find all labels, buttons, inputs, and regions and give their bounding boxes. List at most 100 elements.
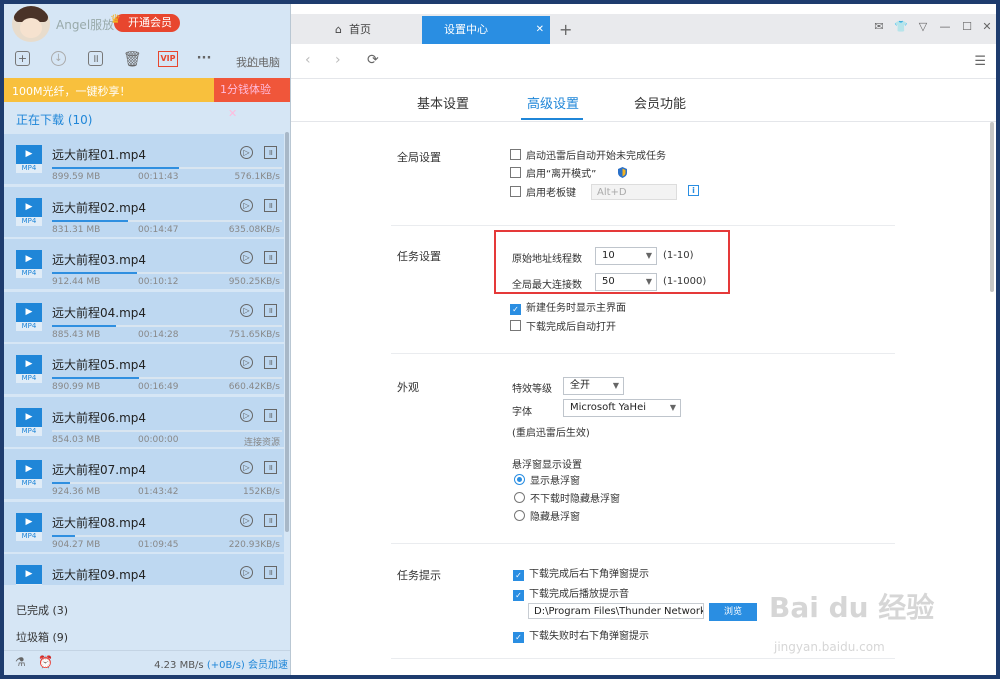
tab-member-features[interactable]: 会员功能 (634, 93, 686, 112)
hide-float-radio[interactable] (514, 510, 525, 521)
promo-banner[interactable]: 100M光纤，一键秒享！ 1分钱体验 ✕ (4, 78, 290, 120)
close-tab-icon[interactable]: ✕ (536, 16, 544, 44)
threads-select[interactable]: 10 ▼ (595, 247, 657, 265)
open-vip-button[interactable]: ♛ 开通会员 (110, 12, 180, 32)
show-float-radio[interactable] (514, 474, 525, 485)
more-icon[interactable]: ··· (196, 51, 212, 67)
hide-when-idle-option[interactable]: 不下载时隐藏悬浮窗 (514, 490, 620, 505)
refresh-icon[interactable]: ⟳ (367, 52, 379, 68)
away-mode-option[interactable]: 启用“离开模式” (510, 165, 596, 180)
mail-icon[interactable]: ✉ (872, 20, 886, 33)
effect-select[interactable]: 全开 ▼ (563, 377, 624, 395)
member-accel-link[interactable]: 会员加速 (248, 660, 288, 671)
show-main-checkbox[interactable]: ✓ (510, 304, 521, 315)
play-preview-icon[interactable]: ▷ (240, 356, 253, 369)
connections-select[interactable]: 50 ▼ (595, 273, 657, 291)
pause-icon[interactable]: ॥ (264, 356, 277, 369)
complete-popup-option[interactable]: ✓ 下载完成后右下角弹窗提示 (513, 565, 649, 581)
download-item[interactable]: ▶ MP4 远大前程07.mp4 ▷ ॥ 924.36 MB 01:43:42 152KB/s (4, 449, 284, 499)
complete-popup-checkbox[interactable]: ✓ (513, 570, 524, 581)
vip-icon[interactable]: VIP (158, 51, 178, 67)
alarm-clock-icon[interactable]: ⏰ (38, 655, 53, 669)
complete-sound-option[interactable]: ✓ 下载完成后播放提示音 (513, 585, 629, 601)
complete-sound-checkbox[interactable]: ✓ (513, 590, 524, 601)
tab-basic-settings[interactable]: 基本设置 (417, 93, 469, 112)
play-preview-icon[interactable]: ▷ (240, 251, 253, 264)
auto-open-checkbox[interactable] (510, 320, 521, 331)
skin-icon[interactable]: 👕 (894, 20, 908, 33)
download-item[interactable]: ▶ MP4 远大前程01.mp4 ▷ ॥ 899.59 MB 00:11:43 576.1KB… (4, 134, 284, 184)
fail-popup-checkbox[interactable]: ✓ (513, 632, 524, 643)
file-size: 890.99 MB (52, 382, 101, 392)
away-mode-checkbox[interactable] (510, 167, 521, 178)
play-preview-icon[interactable]: ▷ (240, 408, 253, 422)
download-item[interactable]: ▶MP4 远大前程09.mp4 ▷ ॥ (4, 554, 284, 585)
show-main-on-new-option[interactable]: ✓ 新建任务时显示主界面 (510, 299, 626, 315)
effect-label: 特效等级 (512, 384, 552, 395)
auto-open-option[interactable]: 下载完成后自动打开 (510, 318, 616, 333)
completed-section[interactable]: 已完成 (3) (16, 602, 68, 618)
download-item[interactable]: ▶ MP4 远大前程08.mp4 ▷ ॥ 904.27 MB 01:09:45 220.93K… (4, 501, 284, 552)
maximize-icon[interactable]: ☐ (960, 20, 974, 33)
tab-settings[interactable]: 设置中心 ✕ (422, 16, 550, 44)
pause-icon[interactable]: ॥ (264, 513, 277, 527)
avatar[interactable] (12, 6, 50, 42)
browse-button[interactable]: 浏览 (709, 603, 757, 621)
download-item[interactable]: ▶ MP4 远大前程05.mp4 ▷ ॥ 890.99 MB 00:16:49 660.42K… (4, 344, 284, 394)
play-preview-icon[interactable]: ▷ (240, 566, 253, 579)
sound-path-input[interactable]: D:\Program Files\Thunder Network (528, 603, 704, 619)
pause-icon[interactable]: ॥ (264, 198, 277, 212)
pause-icon[interactable]: ॥ (264, 408, 277, 422)
play-preview-icon[interactable]: ▷ (240, 461, 253, 474)
download-list-scrollbar[interactable] (285, 132, 289, 532)
downloading-section[interactable]: 正在下载 (10) (16, 111, 92, 128)
download-item[interactable]: ▶ MP4 远大前程03.mp4 ▷ ॥ 912.44 MB 00:10:12 950.25K… (4, 239, 284, 289)
minimize-icon[interactable]: — (938, 20, 952, 33)
promo-action[interactable]: 1分钱体验 ✕ (214, 78, 290, 120)
info-icon[interactable]: i (688, 185, 699, 196)
username[interactable]: Angel服放 (56, 16, 114, 33)
play-preview-icon[interactable]: ▷ (240, 513, 253, 527)
download-item[interactable]: ▶ MP4 远大前程04.mp4 ▷ ॥ 885.43 MB 00:14:28 751.65K… (4, 291, 284, 342)
new-task-icon[interactable]: + (15, 51, 30, 66)
play-preview-icon[interactable]: ▷ (240, 303, 253, 317)
show-float-option[interactable]: 显示悬浮窗 (514, 472, 580, 487)
close-window-icon[interactable]: ✕ (980, 20, 994, 33)
boss-key-option[interactable]: 启用老板键 (510, 184, 576, 199)
pause-icon[interactable]: ॥ (264, 461, 277, 474)
back-icon[interactable]: ‹ (305, 52, 311, 68)
menu-dropdown-icon[interactable]: ▽ (916, 20, 930, 33)
new-tab-icon[interactable]: + (559, 20, 572, 39)
auto-start-checkbox[interactable] (510, 149, 521, 160)
hide-when-idle-radio[interactable] (514, 492, 525, 503)
trash-section[interactable]: 垃圾箱 (9) (16, 629, 68, 645)
upload-speed: (+0B/s) (206, 660, 245, 671)
hide-float-option[interactable]: 隐藏悬浮窗 (514, 508, 580, 523)
flask-icon[interactable]: ⚗ (15, 655, 26, 669)
close-icon[interactable]: ✕ (228, 107, 237, 120)
play-icon: ▶ (16, 407, 42, 427)
pause-icon[interactable]: ॥ (88, 51, 103, 66)
boss-key-checkbox[interactable] (510, 186, 521, 197)
play-preview-icon[interactable]: ▷ (240, 146, 253, 159)
pause-icon[interactable]: ॥ (264, 251, 277, 264)
my-pc-button[interactable]: 我的电脑 (236, 54, 280, 70)
tab-advanced-settings[interactable]: 高级设置 (521, 93, 583, 120)
font-select[interactable]: Microsoft YaHei ▼ (563, 399, 681, 417)
settings-scrollbar[interactable] (990, 122, 994, 292)
tab-home[interactable]: ⌂ 首页 (321, 16, 421, 44)
pause-icon[interactable]: ॥ (264, 566, 277, 579)
fail-popup-option[interactable]: ✓ 下载失败时右下角弹窗提示 (513, 627, 649, 643)
trash-icon[interactable]: 🗑 (123, 51, 142, 67)
play-preview-icon[interactable]: ▷ (240, 198, 253, 212)
hamburger-icon[interactable]: ☰ (974, 54, 986, 69)
pause-icon[interactable]: ॥ (264, 146, 277, 159)
auto-start-option[interactable]: 启动迅雷后自动开始未完成任务 (510, 147, 666, 162)
download-item[interactable]: ▶ MP4 远大前程02.mp4 ▷ ॥ 831.31 MB 00:14:47 635.08K… (4, 186, 284, 237)
pause-icon[interactable]: ॥ (264, 303, 277, 317)
forward-icon[interactable]: › (335, 52, 341, 68)
show-float-label: 显示悬浮窗 (530, 476, 580, 487)
boss-key-input[interactable]: Alt+D (591, 184, 677, 200)
download-icon[interactable]: ↓ (51, 51, 66, 66)
download-item[interactable]: ▶ MP4 远大前程06.mp4 ▷ ॥ 854.03 MB 00:00:00 连接资源 (4, 396, 284, 448)
